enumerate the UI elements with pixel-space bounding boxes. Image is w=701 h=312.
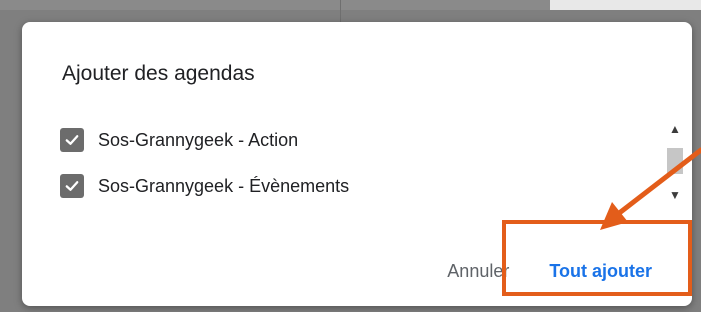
checkbox[interactable] [60,128,84,152]
chevron-down-icon[interactable]: ▼ [665,186,685,204]
calendar-list: Sos-Grannygeek - Action Sos-Grannygeek -… [60,117,660,209]
calendar-item[interactable]: Sos-Grannygeek - Évènements [60,163,660,209]
backdrop-divider [340,0,341,22]
check-icon [65,135,79,145]
annotation-highlight-box [502,220,692,296]
calendar-item[interactable]: Sos-Grannygeek - Action [60,117,660,163]
backdrop-light-area [550,0,701,10]
checkbox[interactable] [60,174,84,198]
list-scrollbar[interactable]: ▲ ▼ [665,120,685,202]
chevron-up-icon[interactable]: ▲ [665,120,685,138]
check-icon [65,181,79,191]
scrollbar-thumb[interactable] [667,148,683,174]
calendar-item-label: Sos-Grannygeek - Action [98,129,299,150]
dialog-title: Ajouter des agendas [62,62,255,85]
calendar-item-label: Sos-Grannygeek - Évènements [98,175,350,196]
